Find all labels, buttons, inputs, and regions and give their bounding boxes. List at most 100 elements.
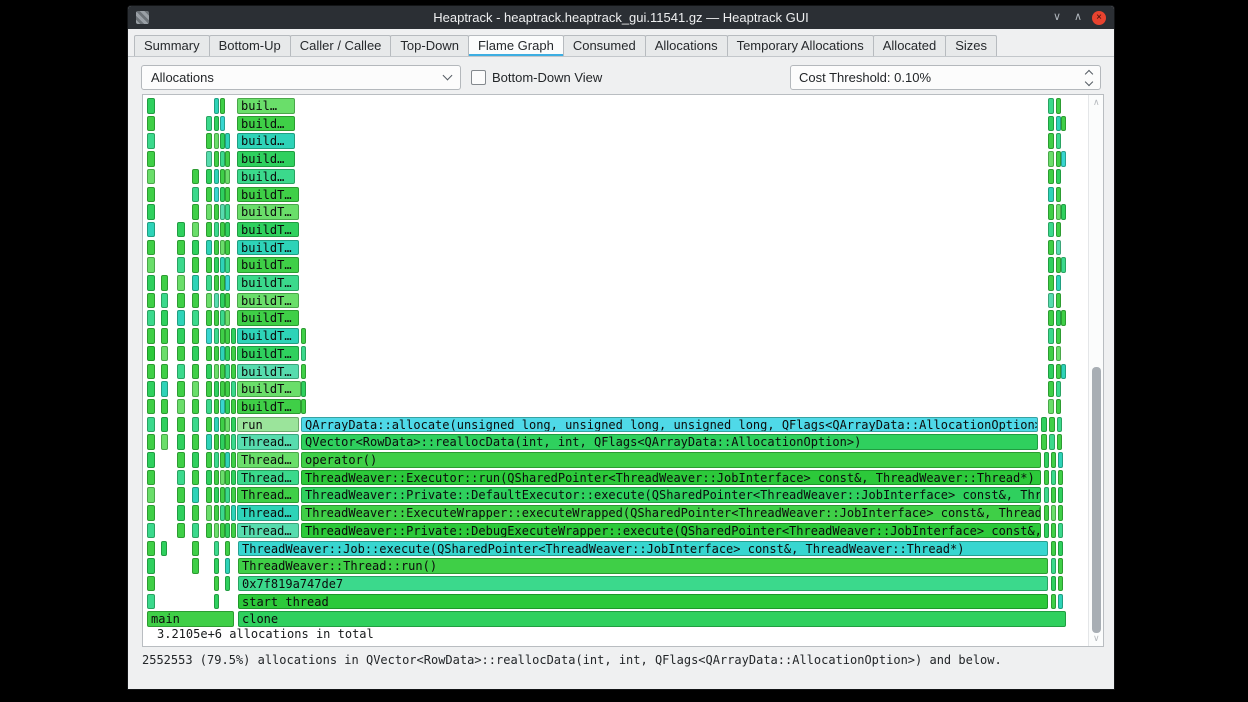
flame-frame[interactable]: [192, 292, 199, 309]
flame-frame[interactable]: [177, 505, 185, 521]
tab-consumed[interactable]: Consumed: [562, 35, 646, 56]
flame-frame[interactable]: [161, 416, 168, 433]
flame-frame[interactable]: [206, 221, 212, 238]
flame-frame[interactable]: [231, 381, 236, 397]
flame-frame[interactable]: [192, 558, 199, 574]
flame-frame[interactable]: ThreadWeaver::Private::DefaultExecutor::…: [301, 487, 1041, 503]
flame-frame[interactable]: [1051, 505, 1056, 521]
flame-frame[interactable]: QVector<RowData>::reallocData(int, int, …: [301, 434, 1038, 450]
flame-frame[interactable]: [231, 487, 236, 503]
flame-frame[interactable]: [214, 310, 219, 326]
bottom-down-view-option[interactable]: Bottom-Down View: [471, 70, 602, 85]
flame-frame[interactable]: [231, 505, 236, 521]
flame-frame[interactable]: [1041, 434, 1047, 450]
flame-frame[interactable]: ThreadWeaver::Executor::run(QSharedPoint…: [301, 469, 1041, 486]
tab-bottom-up[interactable]: Bottom-Up: [208, 35, 291, 56]
flame-frame[interactable]: [1061, 363, 1066, 379]
flame-frame[interactable]: [192, 186, 199, 202]
flame-frame[interactable]: [214, 452, 219, 468]
flame-frame[interactable]: [147, 292, 155, 309]
flame-frame[interactable]: [147, 345, 155, 362]
tab-allocations[interactable]: Allocations: [644, 35, 728, 56]
flame-frame[interactable]: [225, 487, 230, 503]
flame-frame[interactable]: [231, 398, 236, 415]
flame-frame[interactable]: [192, 505, 199, 521]
flame-frame[interactable]: [177, 522, 185, 539]
flame-frame[interactable]: [206, 133, 212, 149]
flame-frame[interactable]: [214, 345, 219, 362]
flame-frame[interactable]: [214, 434, 219, 450]
flame-frame[interactable]: [177, 239, 185, 256]
flame-frame[interactable]: [231, 434, 236, 450]
flame-frame[interactable]: build…: [237, 133, 295, 149]
flame-frame[interactable]: [1056, 345, 1061, 362]
flame-frame[interactable]: [206, 257, 212, 273]
flame-frame[interactable]: buildT…: [237, 345, 299, 362]
flame-frame[interactable]: [214, 98, 219, 114]
flame-frame[interactable]: [301, 363, 306, 379]
flame-frame[interactable]: [206, 345, 212, 362]
flame-frame[interactable]: [1044, 469, 1049, 486]
tab-top-down[interactable]: Top-Down: [390, 35, 469, 56]
flame-frame[interactable]: [225, 345, 230, 362]
flame-frame[interactable]: [177, 469, 185, 486]
flame-frame[interactable]: [177, 487, 185, 503]
flame-frame[interactable]: [192, 168, 199, 185]
flame-frame[interactable]: [192, 381, 199, 397]
flame-frame[interactable]: [231, 328, 236, 344]
flame-frame[interactable]: Thread…: [237, 522, 299, 539]
flame-frame[interactable]: [225, 257, 230, 273]
flame-frame[interactable]: [177, 221, 185, 238]
flame-frame[interactable]: [147, 487, 155, 503]
flame-frame[interactable]: [225, 363, 230, 379]
flame-frame[interactable]: [161, 363, 168, 379]
flame-frame[interactable]: [1058, 558, 1063, 574]
spin-down-icon[interactable]: [1084, 77, 1094, 86]
flame-frame[interactable]: main: [147, 611, 234, 627]
flame-frame[interactable]: [192, 487, 199, 503]
flame-frame[interactable]: [1049, 434, 1055, 450]
flame-frame[interactable]: [206, 275, 212, 291]
flame-frame[interactable]: [206, 522, 212, 539]
flame-frame[interactable]: build…: [237, 168, 295, 185]
flame-frame[interactable]: [1048, 151, 1054, 167]
flame-frame[interactable]: [192, 257, 199, 273]
flame-frame[interactable]: [225, 558, 230, 574]
tab-allocated[interactable]: Allocated: [872, 35, 947, 56]
flame-frame[interactable]: [1051, 593, 1056, 610]
flame-frame[interactable]: [1041, 416, 1047, 433]
flame-frame[interactable]: [177, 310, 185, 326]
flame-frame[interactable]: [1057, 434, 1062, 450]
flame-frame[interactable]: [147, 168, 155, 185]
flame-frame[interactable]: [192, 363, 199, 379]
flame-frame[interactable]: [192, 275, 199, 291]
flame-frame[interactable]: [225, 522, 230, 539]
flame-frame[interactable]: buildT…: [237, 257, 299, 273]
flame-frame[interactable]: [147, 593, 155, 610]
flame-frame[interactable]: [177, 398, 185, 415]
flame-frame[interactable]: [1048, 186, 1054, 202]
scrollbar-thumb[interactable]: [1092, 367, 1101, 633]
flame-frame[interactable]: [206, 381, 212, 397]
flame-frame[interactable]: [206, 204, 212, 220]
flame-frame[interactable]: [1044, 487, 1049, 503]
flame-frame[interactable]: [192, 328, 199, 344]
flame-frame[interactable]: [214, 381, 219, 397]
flame-frame[interactable]: [225, 221, 230, 238]
flame-frame[interactable]: [147, 275, 155, 291]
flame-frame[interactable]: [206, 434, 212, 450]
flame-frame[interactable]: [1048, 292, 1054, 309]
flame-frame[interactable]: [1056, 239, 1061, 256]
flame-frame[interactable]: [1056, 398, 1061, 415]
flame-frame[interactable]: [1048, 257, 1054, 273]
scroll-down-icon[interactable]: ∨: [1093, 633, 1100, 644]
flame-frame[interactable]: buildT…: [237, 221, 299, 238]
flame-frame[interactable]: [1051, 487, 1056, 503]
flame-frame[interactable]: clone: [238, 611, 1066, 627]
flame-frame[interactable]: [206, 452, 212, 468]
flame-frame[interactable]: [225, 575, 230, 592]
flame-frame[interactable]: [214, 151, 219, 167]
flame-frame[interactable]: [1048, 221, 1054, 238]
flame-frame[interactable]: [1056, 275, 1061, 291]
flame-frame[interactable]: [206, 487, 212, 503]
